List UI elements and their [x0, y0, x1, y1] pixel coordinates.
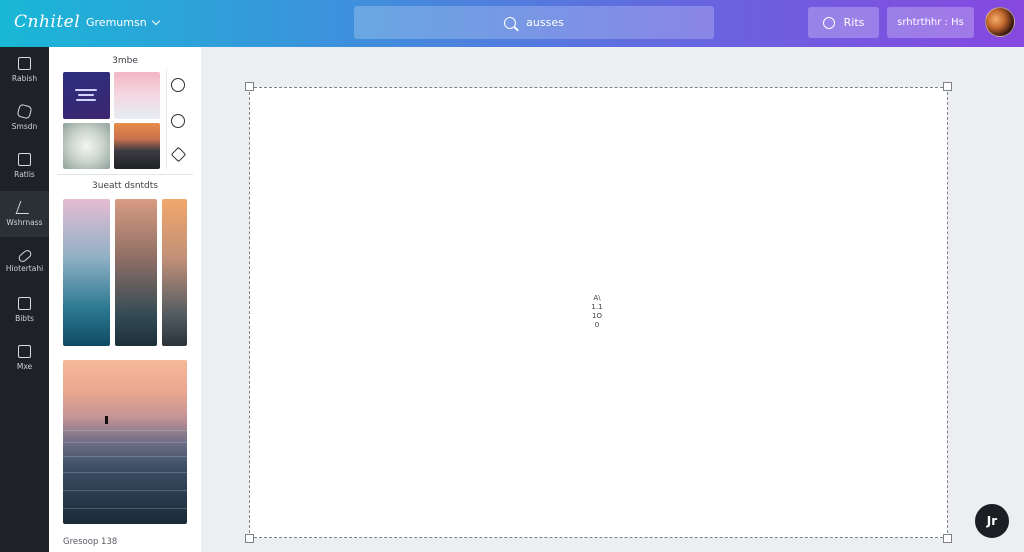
link-icon [16, 247, 33, 264]
rail-item-label: Wshrnass [6, 218, 43, 227]
magic-icon[interactable] [170, 146, 187, 163]
template-thumbnail[interactable] [114, 123, 160, 169]
wave-line [63, 490, 187, 491]
rail-item-label: Bibts [15, 314, 34, 323]
search-bar[interactable]: ausses [354, 6, 714, 39]
sunset-photo-thumbnail[interactable] [63, 360, 187, 524]
avatar[interactable] [985, 7, 1015, 37]
thumbnail-line [75, 89, 97, 91]
wave-line [63, 456, 187, 457]
rail-item-3[interactable]: Ratlis [0, 143, 49, 189]
thumbnail-line [78, 94, 94, 96]
rail-item-label: Rabish [11, 74, 38, 83]
rail-item-label: Mxe [16, 362, 33, 371]
template-icon [18, 57, 31, 70]
gradient-swatch[interactable] [162, 199, 187, 346]
resize-handle-bottom-right[interactable] [943, 534, 952, 543]
app-logo[interactable]: Cnhitel [14, 12, 80, 32]
refresh-icon[interactable] [171, 114, 185, 128]
divider [166, 69, 167, 169]
help-fab-button[interactable]: Jr [973, 502, 1011, 540]
resize-handle-top-left[interactable] [245, 82, 254, 91]
share-button-label: srhtrthhr : Hs [897, 17, 964, 28]
center-text-line: 0 [594, 321, 600, 329]
template-thumbnail[interactable] [63, 72, 110, 119]
rail-item-label: Ratlis [14, 170, 35, 179]
share-button[interactable]: srhtrthhr : Hs [887, 7, 974, 38]
rail-item-2[interactable]: Smsdn [0, 95, 49, 141]
left-rail: Rabish Smsdn Ratlis Wshrnass Hiotertahi … [0, 47, 49, 552]
layers-icon [18, 153, 31, 166]
center-text-line: A\ [593, 294, 601, 302]
side-panel: 3mbe 3ueatt dsntdts Gresoop 138 [49, 47, 201, 552]
thumbnail-line [76, 99, 96, 101]
resize-handle-bottom-left[interactable] [245, 534, 254, 543]
rail-item-label: Smsdn [11, 122, 38, 131]
wave-line [63, 508, 187, 509]
rail-item-label: Hiotertahi [5, 263, 44, 273]
header-button-a[interactable]: Rits [808, 7, 879, 38]
divider [57, 174, 193, 175]
rail-item-5[interactable]: Hiotertahi [0, 239, 49, 285]
center-text-line: 1.1 [591, 303, 603, 311]
globe-icon[interactable] [171, 78, 185, 92]
panel-section-title: 3ueatt dsntdts [92, 181, 158, 191]
template-thumbnail[interactable] [63, 123, 110, 169]
wave-line [63, 472, 187, 473]
rail-item-1[interactable]: Rabish [0, 47, 49, 93]
file-menu-button[interactable]: Gremumsn [86, 16, 160, 29]
circle-icon [822, 16, 835, 29]
wave-line [63, 430, 187, 431]
panel-section-title: 3mbe [112, 56, 138, 66]
top-bar: Cnhitel Gremumsn ausses Rits srhtrthhr :… [0, 0, 1024, 47]
search-placeholder: ausses [526, 16, 564, 29]
wave-line [63, 442, 187, 443]
rail-item-7[interactable]: Mxe [0, 335, 49, 381]
fab-label: Jr [986, 514, 998, 528]
boat-figure [105, 416, 108, 424]
search-icon [504, 16, 517, 29]
gradient-swatch[interactable] [63, 199, 110, 346]
panel-footer: Gresoop 138 [63, 537, 118, 547]
file-menu-label: Gremumsn [86, 16, 147, 29]
gradient-swatch[interactable] [115, 199, 157, 346]
rail-item-6[interactable]: Bibts [0, 287, 49, 333]
canvas-center-element[interactable]: A\ 1.1 1O 0 [587, 294, 607, 330]
template-thumbnail[interactable] [114, 72, 160, 119]
center-text-line: 1O [592, 312, 602, 320]
shapes-icon [16, 103, 33, 120]
grid-icon [18, 297, 31, 310]
folder-icon [18, 345, 31, 358]
pen-icon [15, 201, 34, 214]
resize-handle-top-right[interactable] [943, 82, 952, 91]
chevron-down-icon [151, 16, 160, 26]
rail-item-4[interactable]: Wshrnass [0, 191, 49, 237]
header-button-a-label: Rits [843, 16, 865, 29]
